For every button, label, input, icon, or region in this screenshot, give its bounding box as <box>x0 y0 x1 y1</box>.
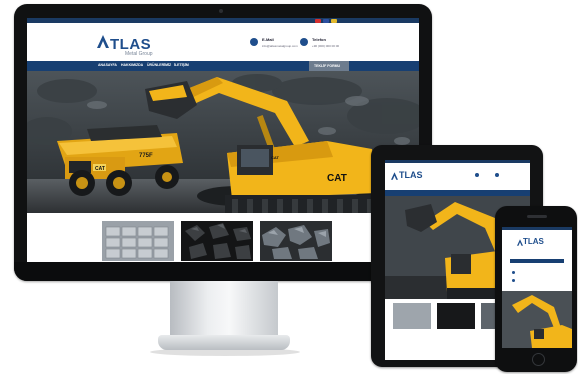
logo-text: TLAS <box>523 237 544 246</box>
mail-icon <box>512 271 515 274</box>
mail-icon <box>475 173 479 177</box>
logo-tagline: Metal Group <box>125 51 153 57</box>
phone-value[interactable]: +90 (000) 000 00 00 <box>312 44 339 48</box>
nav-item-home[interactable]: ANASAYFA <box>98 63 117 67</box>
main-nav: ANASAYFA HAKKIMIZDA ÜRÜNLERİMİZ İLETİŞİM <box>27 61 419 71</box>
truck-model: 775F <box>139 153 153 159</box>
product-thumb-coal[interactable] <box>181 221 253 261</box>
home-button[interactable] <box>532 353 545 366</box>
phone-label: Telefon <box>312 37 326 42</box>
speaker-icon <box>527 215 547 218</box>
product-thumb-ingots[interactable] <box>393 303 431 329</box>
monitor-stand-base <box>158 335 290 350</box>
nav-item-contact[interactable]: İLETİŞİM <box>174 63 189 67</box>
nav-item-about[interactable]: HAKKIMIZDA <box>121 63 143 67</box>
monitor-stand <box>170 281 278 337</box>
product-thumb-ore[interactable] <box>260 221 332 261</box>
phone-website: TLAS <box>502 227 572 348</box>
main-nav <box>510 259 564 263</box>
monitor-chin <box>14 262 432 281</box>
truck-brand: CAT <box>95 166 105 172</box>
hero-image: CAT 775F CAT CAT <box>27 71 419 213</box>
mail-icon <box>250 38 258 46</box>
logo-text: TLAS <box>399 170 423 180</box>
phone-icon <box>512 279 515 282</box>
logo-a-icon <box>391 172 398 180</box>
nav-item-products[interactable]: ÜRÜNLERİMİZ <box>147 63 171 67</box>
product-thumbs <box>27 213 419 262</box>
mining-scene: CAT 775F CAT CAT <box>27 71 419 213</box>
phone-icon <box>300 38 308 46</box>
product-thumb-coal[interactable] <box>437 303 475 329</box>
phone-icon <box>495 173 499 177</box>
email-value[interactable]: info@atlasmetalgroup.com <box>262 44 298 48</box>
desktop-website: TLAS Metal Group E-Mail info@atlasmetalg… <box>27 18 419 262</box>
camera-icon <box>219 9 223 13</box>
quote-button[interactable]: TEKLİF FORMU <box>309 61 349 71</box>
hero-image <box>502 291 572 348</box>
email-label: E-Mail <box>262 37 274 42</box>
site-header: TLAS Metal Group E-Mail info@atlasmetalg… <box>27 23 419 61</box>
product-thumb-ingots[interactable] <box>102 221 174 261</box>
excavator-brand-small: CAT <box>271 155 279 160</box>
excavator-brand: CAT <box>327 173 347 184</box>
logo-a-icon[interactable] <box>97 35 109 48</box>
